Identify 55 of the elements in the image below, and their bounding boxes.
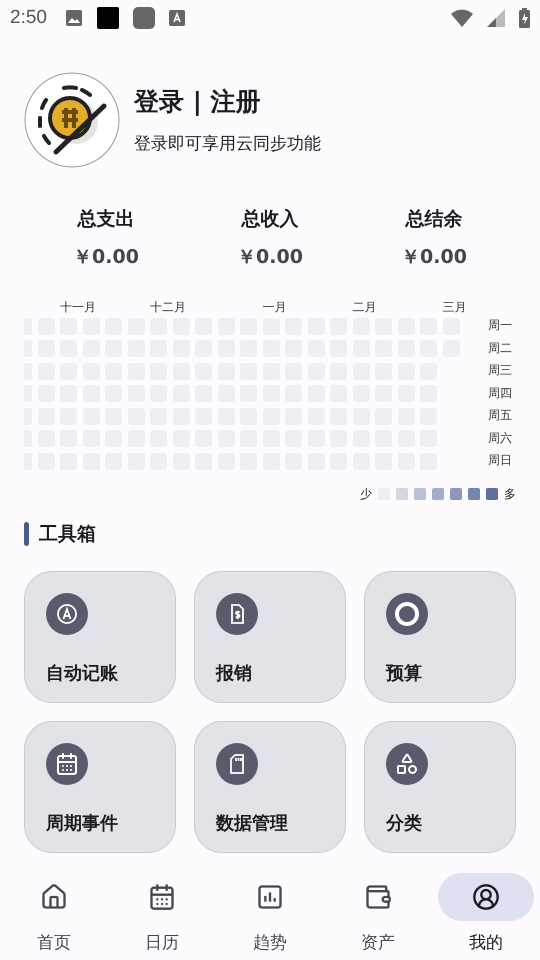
weekday-label: 周一 [488, 317, 512, 334]
total-label: 总收入 [242, 207, 298, 232]
month-label: 一月 [262, 299, 286, 315]
rounded-square-icon [132, 7, 155, 29]
coin-logo-icon [24, 72, 120, 168]
weekday-label: 周二 [488, 340, 512, 356]
tool-card[interactable]: 数据管理 [194, 720, 346, 852]
status-time: 2:50 [10, 7, 47, 29]
square-icon [96, 7, 119, 29]
nav-tab[interactable]: 日历 [108, 873, 216, 960]
lettered-circle-icon [46, 592, 88, 634]
total-value: ￥0.00 [237, 245, 303, 270]
dollar-document-icon [216, 592, 258, 634]
month-label: 十二月 [150, 299, 186, 315]
wifi-icon [451, 9, 473, 27]
image-icon [64, 9, 83, 27]
battery-icon [519, 8, 530, 28]
shapes-icon [386, 742, 428, 784]
total-value: ￥0.00 [73, 245, 139, 270]
calendar-icon [148, 883, 176, 911]
memory-card-icon [216, 742, 258, 784]
legend-low-label: 少 [360, 486, 372, 502]
ring-icon [386, 592, 428, 634]
nav-tab[interactable]: 我的 [432, 873, 540, 960]
weekday-label: 周五 [488, 407, 512, 424]
tool-card[interactable]: 预算 [364, 570, 516, 702]
section-title: 工具箱 [39, 522, 96, 546]
section-marker [24, 522, 29, 546]
profile-subtitle: 登录即可享用云同步功能 [134, 133, 321, 155]
month-label: 三月 [442, 299, 466, 315]
tool-card[interactable]: 报销 [194, 570, 346, 702]
tool-card[interactable]: 自动记账 [24, 570, 176, 702]
home-icon [40, 883, 68, 911]
nav-tab[interactable]: 趋势 [216, 873, 324, 960]
calendar-icon [46, 742, 88, 784]
total-value: ￥0.00 [401, 245, 467, 270]
nav-tab[interactable]: 资产 [324, 873, 432, 960]
user-icon [472, 883, 500, 911]
bar-chart-icon [256, 883, 284, 911]
weekday-label: 周日 [488, 452, 512, 469]
weekday-label: 周三 [488, 362, 512, 379]
weekday-label: 周六 [488, 430, 512, 446]
app-icon [168, 10, 185, 26]
tool-card[interactable]: 周期事件 [24, 720, 176, 852]
tool-card[interactable]: 分类 [364, 720, 516, 852]
nav-tab[interactable]: 首页 [0, 873, 108, 960]
weekday-label: 周四 [488, 384, 512, 402]
legend-high-label: 多 [504, 486, 516, 502]
login-register-title[interactable]: 登录 | 注册 [134, 85, 321, 118]
wallet-icon [364, 883, 392, 911]
signal-icon [487, 9, 505, 27]
total-label: 总结余 [406, 207, 462, 232]
month-label: 十一月 [60, 299, 96, 315]
total-label: 总支出 [78, 207, 134, 232]
month-label: 二月 [352, 299, 376, 315]
